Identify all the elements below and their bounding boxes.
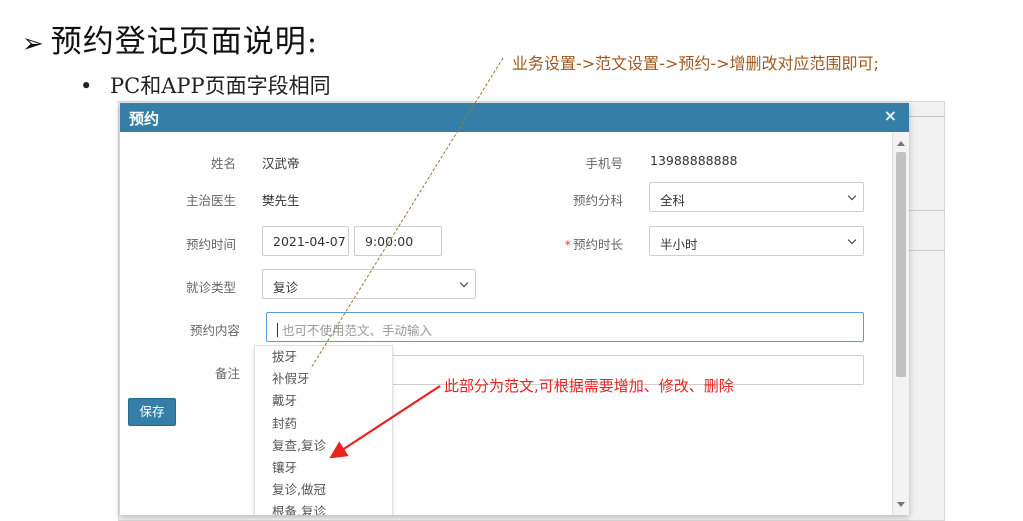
background-divider (909, 250, 945, 251)
annotation-top: 业务设置->范文设置->预约->增删改对应范围即可; (512, 54, 879, 73)
modal-header: 预约 × (120, 103, 909, 132)
content-label: 预约内容 (189, 323, 240, 338)
list-item[interactable]: 封药 (255, 413, 392, 435)
annotation-red: 此部分为范文,可根据需要增加、修改、删除 (444, 377, 734, 395)
visit-type-select[interactable]: 复诊 (262, 269, 476, 299)
required-mark: * (564, 237, 571, 252)
date-input-value: 2021-04-07 (273, 234, 346, 249)
chevron-down-icon (459, 278, 469, 288)
scroll-up-icon[interactable] (897, 141, 905, 146)
list-item[interactable]: 镶牙 (255, 457, 392, 479)
list-item[interactable]: 拔牙 (255, 346, 392, 368)
scroll-thumb[interactable] (896, 152, 906, 377)
template-suggestion-list: 拔牙 补假牙 戴牙 封药 复查,复诊 镶牙 复诊,做冠 根备,复诊 (254, 345, 393, 515)
visit-type-select-value: 复诊 (273, 280, 299, 295)
chevron-down-icon (847, 235, 857, 245)
content-placeholder: 也可不使用范文、手动输入 (282, 323, 433, 338)
chevron-down-icon (847, 191, 857, 201)
slide-title-text: 预约登记页面说明: (50, 24, 319, 60)
slide-title: ➢ 预约登记页面说明: (22, 16, 318, 61)
background-divider (909, 210, 945, 211)
department-select-value: 全科 (660, 193, 686, 208)
duration-label: * 预约时长 (513, 234, 623, 253)
text-caret (277, 323, 278, 337)
list-item[interactable]: 根备,复诊 (255, 501, 392, 515)
arrow-bullet-icon: ➢ (22, 29, 45, 59)
date-input[interactable]: 2021-04-07 (262, 226, 349, 256)
list-item[interactable]: 补假牙 (255, 368, 392, 390)
modal-title: 预约 (129, 110, 160, 128)
name-value: 汉武帝 (262, 156, 300, 171)
doctor-value: 樊先生 (262, 193, 300, 208)
remark-label: 备注 (214, 366, 240, 381)
scroll-down-icon[interactable] (897, 502, 905, 507)
list-item[interactable]: 戴牙 (255, 390, 392, 412)
phone-label: 手机号 (585, 156, 623, 171)
content-input[interactable]: 也可不使用范文、手动输入 (266, 312, 864, 342)
time-input-value: 9:00:00 (365, 234, 414, 249)
doctor-label: 主治医生 (185, 193, 236, 208)
name-label: 姓名 (210, 156, 236, 171)
time-input[interactable]: 9:00:00 (354, 226, 442, 256)
appointment-time-label: 预约时间 (185, 237, 236, 252)
slide-bullet-text: PC和APP页面字段相同 (110, 74, 331, 98)
duration-select-value: 半小时 (660, 237, 698, 252)
list-item[interactable]: 复诊,做冠 (255, 479, 392, 501)
visit-type-label: 就诊类型 (185, 280, 236, 295)
bullet-dot-icon: • (80, 74, 93, 98)
save-button[interactable]: 保存 (128, 398, 176, 426)
list-item[interactable]: 复查,复诊 (255, 435, 392, 457)
duration-select[interactable]: 半小时 (649, 226, 864, 256)
appointment-modal: 预约 × 姓名 汉武帝 手机号 13988888888 主治医生 樊先生 预约分… (120, 103, 909, 515)
duration-label-text: 预约时长 (572, 237, 623, 252)
modal-scrollbar[interactable] (892, 132, 909, 515)
department-select[interactable]: 全科 (649, 182, 864, 212)
modal-body: 姓名 汉武帝 手机号 13988888888 主治医生 樊先生 预约分科 全科 … (120, 132, 892, 515)
phone-value: 13988888888 (650, 153, 738, 168)
background-divider (909, 116, 945, 117)
close-icon[interactable]: × (884, 106, 897, 125)
department-label: 预约分科 (572, 193, 623, 208)
slide-bullet: • PC和APP页面字段相同 (80, 70, 331, 100)
